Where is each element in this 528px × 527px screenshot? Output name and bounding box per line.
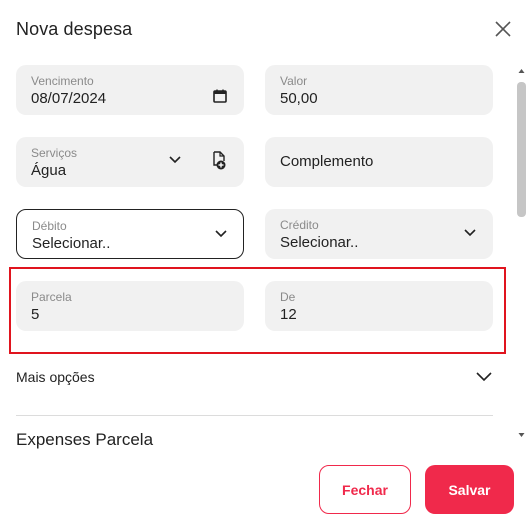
- servicos-value: Água: [31, 162, 67, 179]
- scroll-up-icon[interactable]: [518, 68, 525, 74]
- chevron-down-icon: [169, 156, 181, 164]
- debito-value: Selecionar..: [32, 235, 111, 252]
- valor-value: 50,00: [280, 90, 318, 107]
- mais-opcoes-label[interactable]: Mais opções: [16, 369, 95, 385]
- valor-field[interactable]: Valor 50,00: [265, 65, 493, 115]
- close-icon[interactable]: [492, 18, 514, 40]
- highlight-box: [9, 267, 506, 354]
- chevron-down-icon[interactable]: [474, 369, 494, 385]
- debito-select[interactable]: Débito Selecionar..: [16, 209, 244, 259]
- complemento-field[interactable]: Complemento: [265, 137, 493, 187]
- scroll-down-icon[interactable]: [518, 432, 525, 438]
- debito-label: Débito: [32, 219, 67, 233]
- valor-label: Valor: [280, 74, 308, 88]
- dialog-title: Nova despesa: [16, 19, 133, 39]
- vencimento-value: 08/07/2024: [31, 90, 107, 107]
- section-title: Expenses Parcela: [16, 430, 154, 449]
- servicos-label: Serviços: [31, 146, 78, 160]
- servicos-select[interactable]: Serviços Água: [16, 137, 244, 187]
- scrollbar[interactable]: [515, 64, 528, 445]
- vencimento-label: Vencimento: [31, 74, 94, 88]
- fechar-button[interactable]: Fechar: [319, 465, 411, 514]
- chevron-down-icon: [464, 229, 476, 237]
- calendar-icon[interactable]: [213, 89, 227, 103]
- chevron-down-icon: [215, 230, 227, 238]
- credito-value: Selecionar..: [280, 234, 359, 251]
- credito-select[interactable]: Crédito Selecionar..: [265, 209, 493, 259]
- complemento-placeholder: Complemento: [280, 153, 374, 170]
- scrollbar-thumb[interactable]: [517, 82, 526, 217]
- divider: [16, 415, 493, 416]
- add-document-icon[interactable]: [210, 151, 228, 171]
- salvar-button[interactable]: Salvar: [425, 465, 514, 514]
- credito-label: Crédito: [280, 218, 319, 232]
- vencimento-field[interactable]: Vencimento 08/07/2024: [16, 65, 244, 115]
